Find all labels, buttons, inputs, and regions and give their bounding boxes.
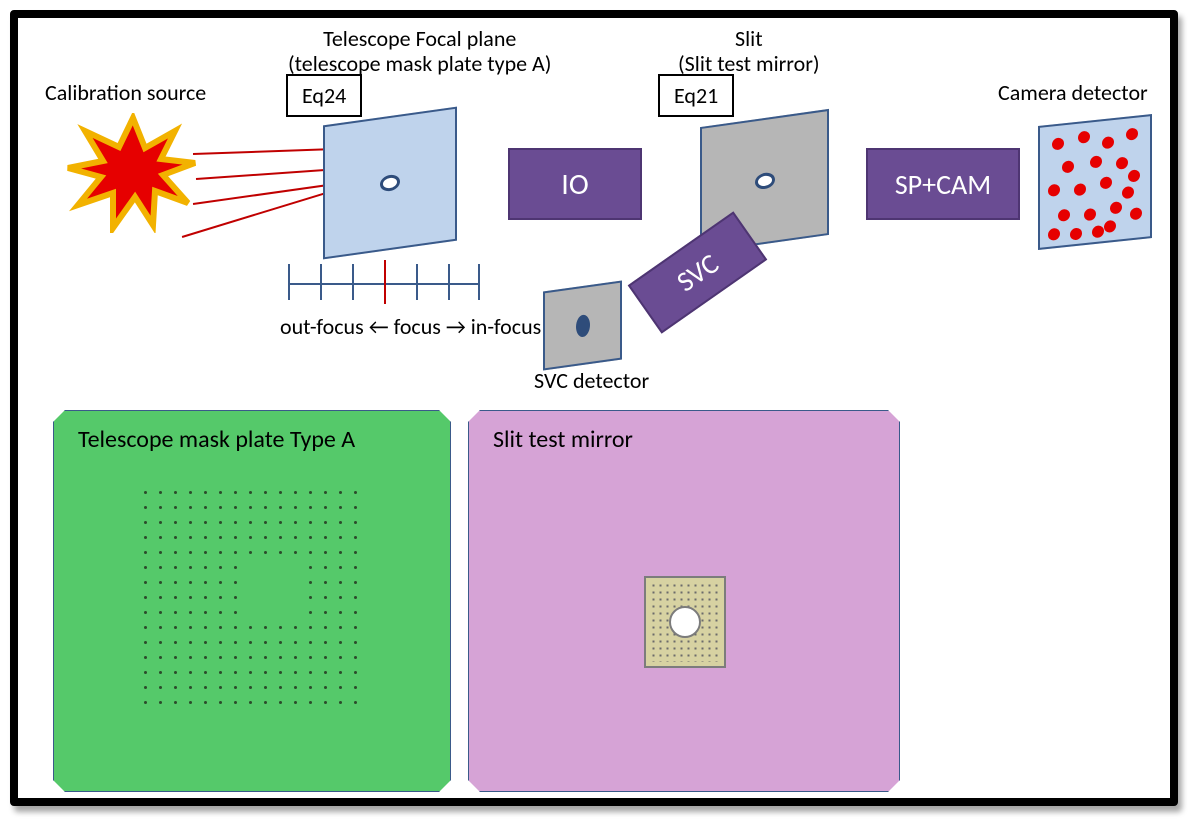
slit-chip-hole [669,606,701,638]
label-telescope-focal: Telescope Focal plane (telescope mask pl… [288,26,551,77]
axis-tick [352,264,354,300]
block-svc: SVC [628,211,768,333]
label-camera-detector: Camera detector [998,80,1148,105]
slit-chip [644,576,726,668]
mask-dot-grid [144,491,374,721]
eqbox-focal: Eq24 [286,74,362,117]
panel-mask-plate-title: Telescope mask plate Type A [78,425,355,454]
label-calibration-source: Calibration source [45,80,206,105]
hole-svc [576,314,590,338]
label-focus-axis: out-focus ← focus → in-focus [280,314,541,339]
axis-tick [448,264,450,300]
panel-slit-mirror-title: Slit test mirror [493,425,633,454]
block-io: IO [508,148,642,220]
diagram-container: Telescope Focal plane (telescope mask pl… [0,0,1188,822]
axis-tick-end [288,264,290,300]
label-slit: Slit (Slit test mirror) [678,26,820,77]
hole-slit [755,172,775,191]
diagram-canvas: Telescope Focal plane (telescope mask pl… [18,18,1170,798]
eqbox-slit: Eq21 [658,74,734,117]
panel-mask-plate: Telescope mask plate Type A [53,410,451,792]
axis-tick-end [478,264,480,300]
hole-telescope [380,174,400,193]
axis-tick-focus [384,260,386,304]
plane-telescope-focal [323,107,457,260]
diagram-frame: Telescope Focal plane (telescope mask pl… [10,10,1178,806]
axis-tick [416,264,418,300]
block-spcam: SP+CAM [866,148,1020,220]
plane-camera-detector [1038,114,1152,250]
plane-svc-detector [543,280,622,370]
label-svc-detector: SVC detector [534,368,649,393]
panel-slit-mirror: Slit test mirror [468,410,900,792]
axis-tick [320,264,322,300]
starburst-icon [63,113,203,233]
